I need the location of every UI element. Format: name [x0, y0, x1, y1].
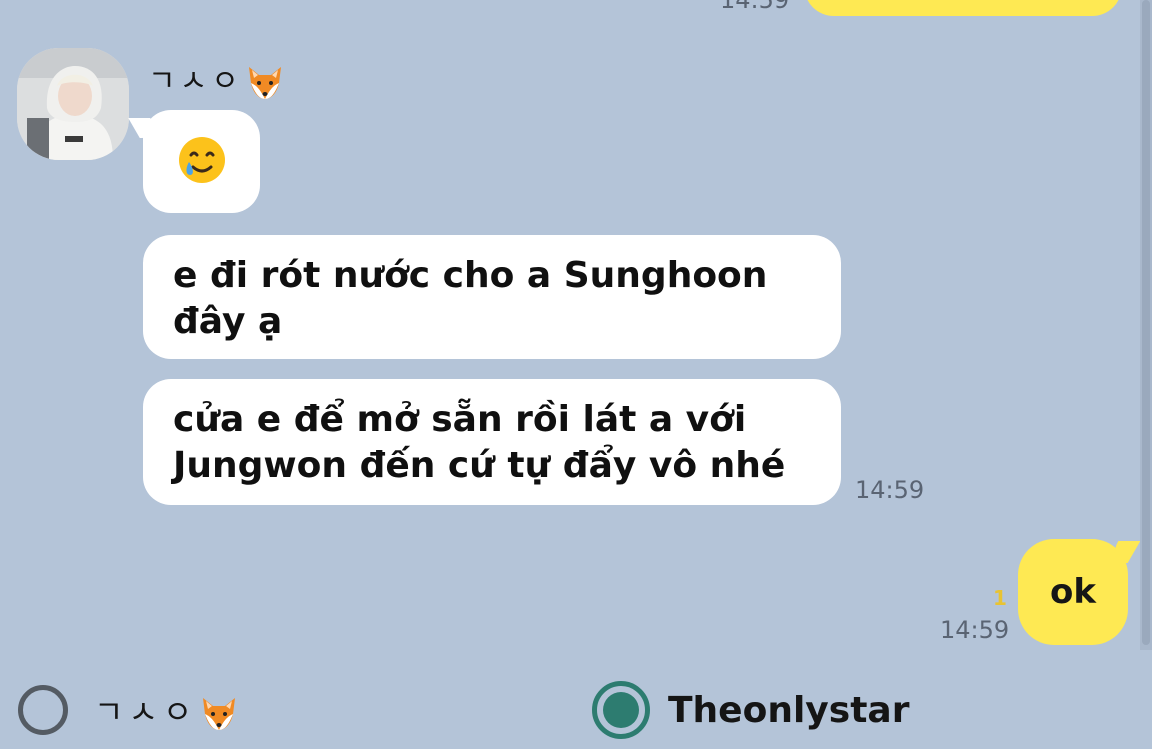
radio-selected-dot: [603, 692, 639, 728]
outgoing-message-bubble[interactable]: ok: [1018, 539, 1128, 645]
scrollbar-thumb[interactable]: [1142, 0, 1150, 645]
sender-name-text: ㄱㅅㅇ: [148, 64, 243, 99]
previous-message-time: 14:59: [720, 0, 790, 14]
outgoing-message-text: ok: [1050, 572, 1096, 612]
option-theonlystar[interactable]: Theonlystar: [592, 680, 909, 740]
message-bubble-emoji[interactable]: [143, 110, 260, 213]
radio-unselected-icon[interactable]: [18, 685, 68, 735]
unread-count: 1: [993, 586, 1007, 610]
option-sender[interactable]: ㄱㅅㅇ: [18, 680, 239, 740]
sender-name: ㄱㅅㅇ: [148, 56, 285, 103]
incoming-message-time: 14:59: [855, 476, 925, 504]
sender-avatar[interactable]: [17, 48, 129, 160]
option-label: Theonlystar: [668, 689, 910, 731]
previous-outgoing-bubble[interactable]: [804, 0, 1122, 16]
message-bubble-text[interactable]: e đi rót nước cho a Sunghoon đây ạ: [143, 235, 841, 359]
message-text: cửa e để mở sẵn rồi lát a với Jungwon đế…: [173, 399, 786, 486]
fox-face-icon: [199, 694, 239, 734]
fox-face-icon: [245, 63, 285, 103]
message-bubble-text[interactable]: cửa e để mở sẵn rồi lát a với Jungwon đế…: [143, 379, 841, 505]
smiling-face-with-tear-icon: [177, 135, 227, 189]
radio-selected-icon[interactable]: [592, 681, 650, 739]
outgoing-message-time: 14:59: [940, 616, 1010, 644]
message-text: e đi rót nước cho a Sunghoon đây ạ: [173, 255, 768, 342]
scrollbar[interactable]: [1140, 0, 1152, 650]
option-label: ㄱㅅㅇ: [94, 687, 239, 734]
option-label-text: ㄱㅅㅇ: [94, 692, 198, 731]
chat-area: 14:59 ㄱㅅㅇ e đi rót nước cho a Sunghoon đ…: [0, 0, 1152, 650]
